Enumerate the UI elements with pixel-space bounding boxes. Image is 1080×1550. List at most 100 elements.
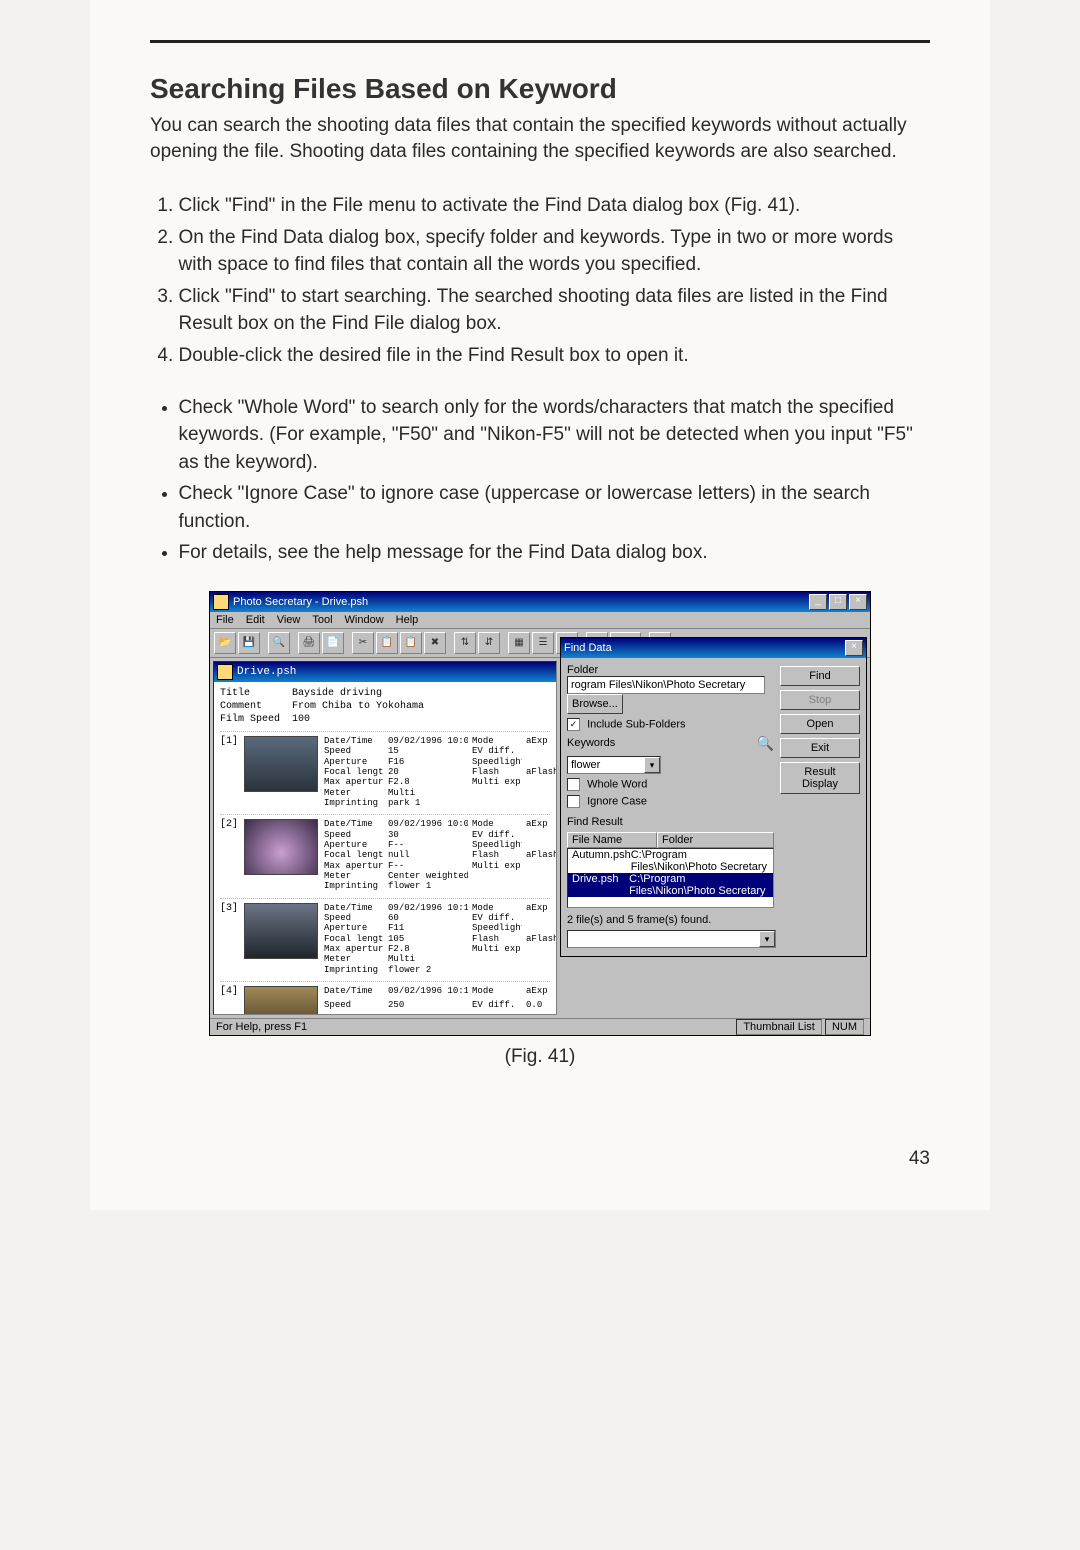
folder-label: Folder — [567, 664, 774, 676]
meta-cell — [526, 881, 557, 891]
meta-cell: Off — [526, 1014, 557, 1015]
toolbar-print-icon[interactable]: 🖨 — [298, 632, 320, 654]
toolbar-preview-icon[interactable]: 📄 — [322, 632, 344, 654]
thumb-meta: Date/Time09/02/1996 10:08:00ModeaExpSpee… — [324, 819, 557, 891]
toolbar-list-icon[interactable]: ☰ — [532, 632, 554, 654]
figure-caption: (Fig. 41) — [150, 1046, 930, 1068]
chevron-down-icon[interactable]: ▾ — [759, 931, 775, 947]
open-button[interactable]: Open — [780, 714, 860, 734]
meta-cell — [472, 788, 522, 798]
thumbnail-image[interactable] — [244, 903, 318, 959]
meta-cell: Speedlight — [472, 1014, 522, 1015]
meta-cell: aExp — [526, 986, 557, 1000]
include-subfolders-checkbox[interactable]: ✓ — [567, 718, 580, 731]
thumbnail-image[interactable] — [244, 819, 318, 875]
meta-cell: Speed — [324, 830, 384, 840]
keywords-combo[interactable]: flower ▾ — [567, 756, 661, 774]
thumbnail-row[interactable]: [2]Date/Time09/02/1996 10:08:00ModeaExpS… — [220, 814, 550, 891]
meta-cell — [472, 871, 522, 881]
meta-cell: 09/02/1996 10:10:00 — [388, 903, 468, 913]
meta-cell: Multi exp. — [472, 944, 522, 954]
meta-cell: Mode — [472, 736, 522, 746]
folder-input[interactable]: rogram Files\Nikon\Photo Secretary 2\Sam… — [567, 676, 765, 694]
menu-help[interactable]: Help — [396, 614, 419, 626]
find-button[interactable]: Find — [780, 666, 860, 686]
col-file[interactable]: File Name — [567, 832, 657, 848]
meta-cell: Focal length — [324, 850, 384, 860]
thumbnail-row[interactable]: [3]Date/Time09/02/1996 10:10:00ModeaExpS… — [220, 898, 550, 975]
list-item[interactable]: Drive.psh C:\Program Files\Nikon\Photo S… — [568, 873, 773, 897]
whole-word-checkbox[interactable] — [567, 778, 580, 791]
meta-cell: 0.0 — [526, 1000, 557, 1014]
meta-cell: aFlash — [526, 850, 557, 860]
meta-cell: Meter — [324, 871, 384, 881]
meta-cell: Date/Time — [324, 903, 384, 913]
toolbar-open-icon[interactable]: 📂 — [214, 632, 236, 654]
meta-cell: 30 — [388, 830, 468, 840]
meta-cell: Mode — [472, 903, 522, 913]
toolbar-delete-icon[interactable]: ✖ — [424, 632, 446, 654]
thumbnail-image[interactable] — [244, 736, 318, 792]
toolbar-sort-icon[interactable]: ⇅ — [454, 632, 476, 654]
meta-cell: Aperture — [324, 840, 384, 850]
menu-view[interactable]: View — [277, 614, 301, 626]
exit-button[interactable]: Exit — [780, 738, 860, 758]
page-number: 43 — [150, 1148, 930, 1170]
meta-cell — [526, 746, 557, 756]
meta-cell — [526, 913, 557, 923]
meta-cell — [526, 954, 557, 964]
find-title: Find Data — [564, 642, 612, 654]
toolbar-paste-icon[interactable]: 📋 — [400, 632, 422, 654]
meta-cell: Speedlight — [472, 923, 522, 933]
intro-paragraph: You can search the shooting data files t… — [150, 113, 930, 164]
meta-cell: aExp — [526, 903, 557, 913]
meta-cell: Focal length — [324, 934, 384, 944]
meta-cell: Speedlight — [472, 757, 522, 767]
thumb-index: [2] — [220, 819, 238, 891]
find-close-button[interactable]: × — [845, 640, 863, 656]
chevron-down-icon[interactable]: ▾ — [644, 757, 660, 773]
ignore-case-checkbox[interactable] — [567, 795, 580, 808]
thumbnail-image[interactable] — [244, 986, 318, 1015]
toolbar-thumb-icon[interactable]: ▦ — [508, 632, 530, 654]
thumbnail-row[interactable]: [1]Date/Time09/02/1996 10:02:00ModeaExpS… — [220, 731, 550, 808]
thumb-index: [3] — [220, 903, 238, 975]
toolbar-cut-icon[interactable]: ✂ — [352, 632, 374, 654]
minimize-button[interactable]: _ — [809, 594, 827, 610]
menu-window[interactable]: Window — [345, 614, 384, 626]
list-item[interactable]: Autumn.psh C:\Program Files\Nikon\Photo … — [568, 849, 773, 873]
app-window: Photo Secretary - Drive.psh _ □ × File E… — [209, 591, 871, 1036]
thumb-meta: Date/Time09/02/1996 10:13:00ModeaExpSpee… — [324, 986, 557, 1015]
toolbar-sort-rev-icon[interactable]: ⇵ — [478, 632, 500, 654]
maximize-button[interactable]: □ — [829, 594, 847, 610]
result-detail-combo[interactable]: ▾ — [567, 930, 776, 948]
app-titlebar[interactable]: Photo Secretary - Drive.psh _ □ × — [210, 592, 870, 612]
meta-cell: 09/02/1996 10:02:00 — [388, 736, 468, 746]
meta-cell: 105 — [388, 934, 468, 944]
meta-cell — [526, 757, 557, 767]
thumb-meta: Date/Time 09/02/1996 10:10:00 Mode aExp Spee… — [324, 903, 557, 975]
meta-cell: Speedlight — [472, 840, 522, 850]
close-button[interactable]: × — [849, 594, 867, 610]
toolbar-copy-icon[interactable]: 📋 — [376, 632, 398, 654]
thumbnail-row[interactable]: [4]Date/Time09/02/1996 10:13:00ModeaExpS… — [220, 981, 550, 1015]
meta-cell: aExp — [526, 819, 557, 829]
menu-file[interactable]: File — [216, 614, 234, 626]
result-list[interactable]: Autumn.psh C:\Program Files\Nikon\Photo … — [567, 848, 774, 908]
toolbar-save-icon[interactable]: 💾 — [238, 632, 260, 654]
meta-cell: Flash — [472, 767, 522, 777]
meta-cell: Meter — [324, 788, 384, 798]
menu-edit[interactable]: Edit — [246, 614, 265, 626]
meta-cell — [526, 777, 557, 787]
meta-cell: Max aperture — [324, 861, 384, 871]
include-subfolders-label: Include Sub-Folders — [587, 718, 685, 730]
browse-button[interactable]: Browse... — [567, 694, 623, 714]
step-item: Click "Find" to start searching. The sea… — [179, 283, 931, 338]
meta-cell: Multi exp. — [472, 861, 522, 871]
menu-tool[interactable]: Tool — [312, 614, 332, 626]
col-folder[interactable]: Folder — [657, 832, 774, 848]
result-display-button[interactable]: Result Display — [780, 762, 860, 794]
toolbar-find-icon[interactable]: 🔍 — [268, 632, 290, 654]
meta-cell: 09/02/1996 10:13:00 — [388, 986, 468, 1000]
meta-cell: Imprinting — [324, 965, 384, 975]
